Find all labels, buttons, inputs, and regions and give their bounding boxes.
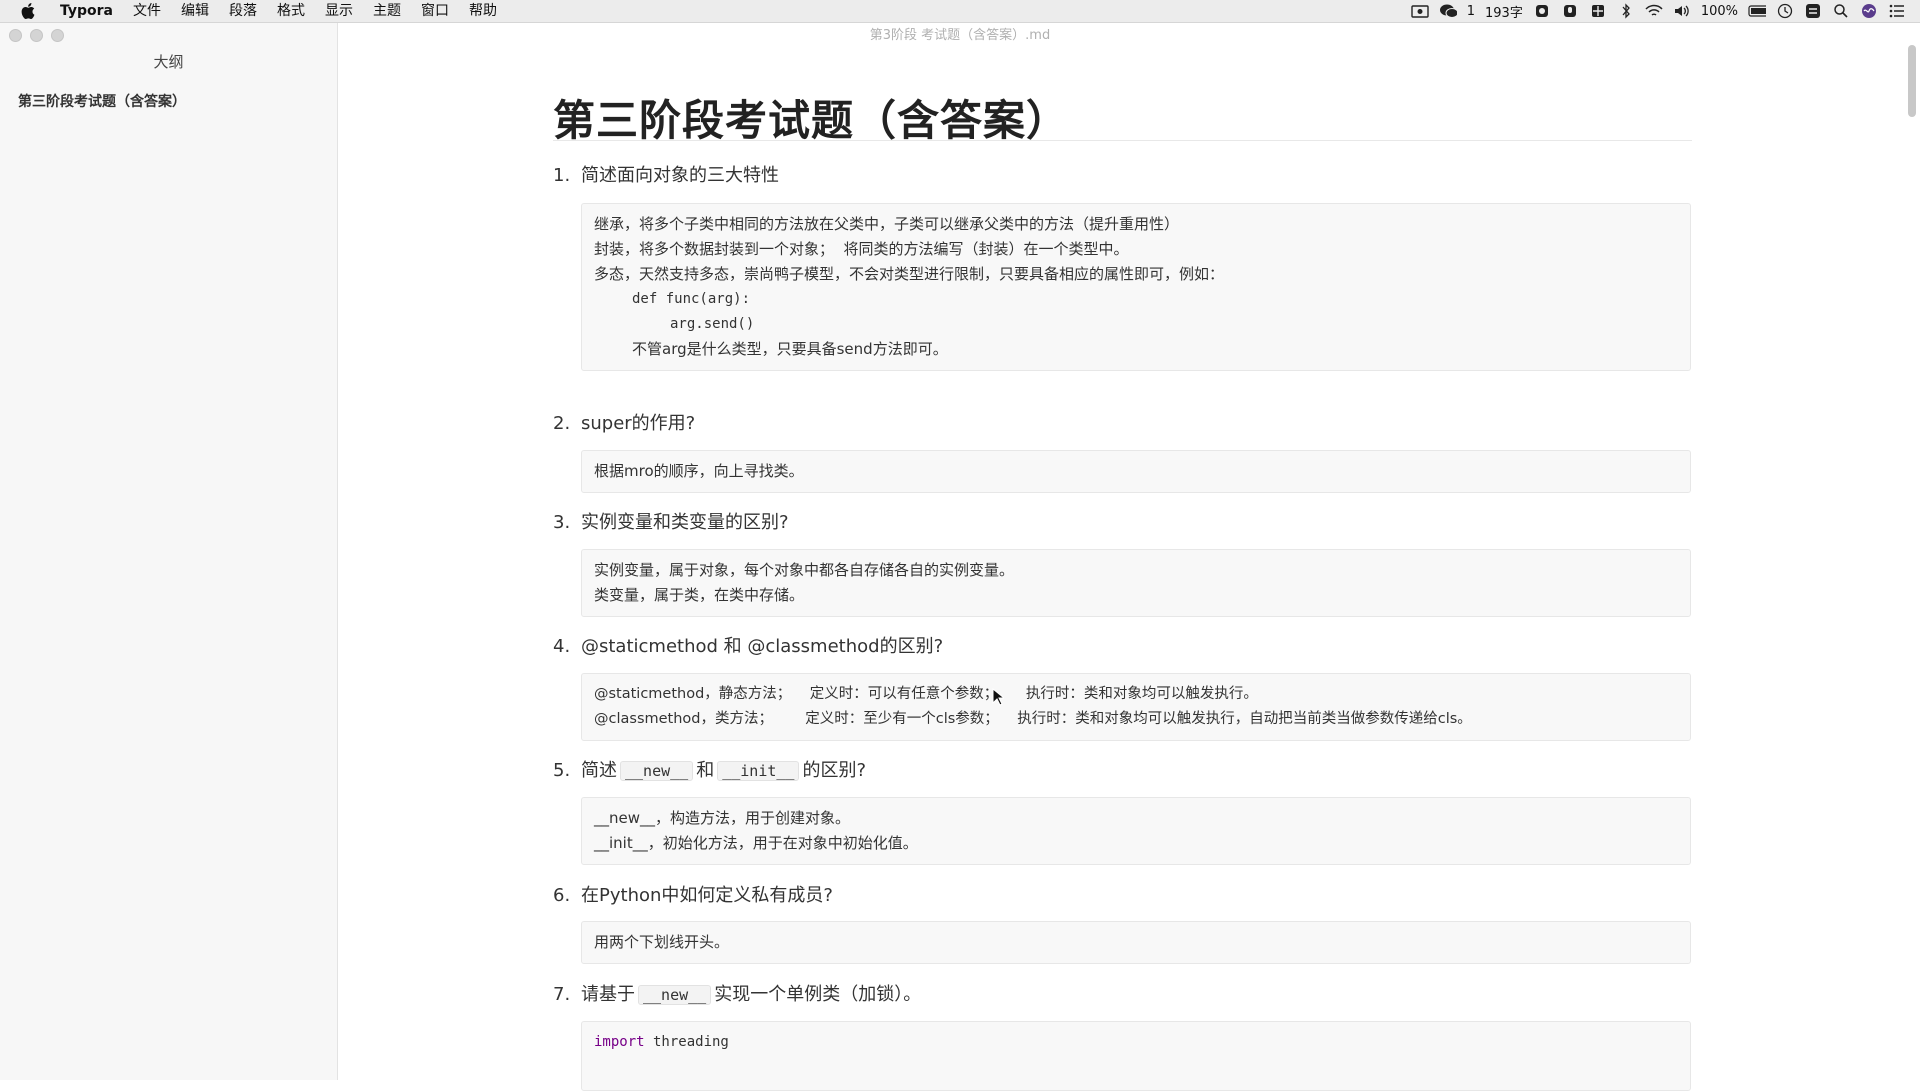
answer-block-1[interactable]: 继承，将多个子类中相同的方法放在父类中，子类可以继承父类中的方法（提升重用性） … <box>581 203 1691 371</box>
menu-edit[interactable]: 编辑 <box>171 0 219 22</box>
answer-line: @classmethod，类方法； 定义时：至少有一个cls参数； 执行时：类和… <box>594 711 1472 727</box>
menu-format[interactable]: 格式 <box>267 0 315 22</box>
answer-block-2[interactable]: 根据mro的顺序，向上寻找类。 <box>581 450 1691 493</box>
answer-block-5[interactable]: __new__，构造方法，用于创建对象。 __init__，初始化方法，用于在对… <box>581 797 1691 865</box>
question-5: 5. 简述 __new__ 和 __init__ 的区别? <box>553 756 866 782</box>
screen-record-icon[interactable] <box>1411 3 1429 19</box>
answer-line: __new__，构造方法，用于创建对象。 <box>594 809 851 827</box>
question-2: 2. super的作用? <box>553 409 695 435</box>
menubar: Typora 文件 编辑 段落 格式 显示 主题 窗口 帮助 1 193字 10… <box>0 0 1920 23</box>
title-divider <box>553 140 1692 141</box>
bluetooth-icon[interactable] <box>1617 3 1635 19</box>
menu-paragraph[interactable]: 段落 <box>219 0 267 22</box>
question-number: 5. <box>553 760 571 781</box>
question-text: @staticmethod 和 @classmethod的区别? <box>581 636 944 657</box>
wifi-icon[interactable] <box>1645 3 1663 19</box>
question-number: 7. <box>553 984 571 1005</box>
question-number: 4. <box>553 636 571 657</box>
mouse-cursor-icon <box>992 687 1006 710</box>
wechat-badge: 1 <box>1466 3 1475 19</box>
answer-line: 多态，天然支持多态，崇尚鸭子模型，不会对类型进行限制，只要具备相应的属性即可，例… <box>594 265 1225 283</box>
question-text: 实例变量和类变量的区别? <box>581 512 789 533</box>
answer-line: 类变量，属于类，在类中存储。 <box>594 586 805 604</box>
document-filename: 第3阶段 考试题（含答案）.md <box>869 28 1051 43</box>
menu-window[interactable]: 窗口 <box>411 0 459 22</box>
grid-icon[interactable] <box>1589 3 1607 19</box>
code-keyword: import <box>594 1034 645 1050</box>
question-1: 1. 简述面向对象的三大特性 <box>553 161 779 187</box>
answer-line: 根据mro的顺序，向上寻找类。 <box>594 462 804 480</box>
answer-code-line: arg.send() <box>670 316 755 332</box>
status-circle-icon[interactable] <box>1533 3 1551 19</box>
search-icon[interactable] <box>1832 3 1850 19</box>
outline-sidebar: 大纲 第三阶段考试题（含答案） <box>0 23 338 1080</box>
page-title: 第三阶段考试题（含答案） <box>553 96 1070 145</box>
outline-header: 大纲 <box>153 53 184 71</box>
question-text-post: 的区别? <box>802 760 867 781</box>
answer-line: 继承，将多个子类中相同的方法放在父类中，子类可以继承父类中的方法（提升重用性） <box>594 215 1180 233</box>
answer-line: __init__，初始化方法，用于在对象中初始化值。 <box>594 834 918 852</box>
question-3: 3. 实例变量和类变量的区别? <box>553 508 789 534</box>
question-number: 1. <box>553 165 571 186</box>
question-text: 简述面向对象的三大特性 <box>581 165 779 186</box>
question-text-pre: 简述 <box>581 760 617 781</box>
question-6: 6. 在Python中如何定义私有成员? <box>553 881 833 907</box>
inline-code: __new__ <box>638 985 712 1005</box>
menu-file[interactable]: 文件 <box>123 0 171 22</box>
question-text-pre: 请基于 <box>581 984 635 1005</box>
answer-line: 用两个下划线开头。 <box>594 933 730 951</box>
question-text: 在Python中如何定义私有成员? <box>581 885 833 906</box>
editor-window: 大纲 第三阶段考试题（含答案） 第3阶段 考试题（含答案）.md 第三阶段考试题… <box>0 23 1920 1091</box>
wechat-icon[interactable] <box>1439 3 1457 19</box>
answer-line: 实例变量，属于对象，每个对象中都各自存储各自的实例变量。 <box>594 561 1015 579</box>
outline-item-title[interactable]: 第三阶段考试题（含答案） <box>18 91 186 111</box>
battery-icon[interactable] <box>1748 3 1766 19</box>
apple-icon[interactable] <box>20 3 36 19</box>
siri-icon[interactable] <box>1860 3 1878 19</box>
answer-code-line: def func(arg): <box>632 291 751 307</box>
answer-line: 不管arg是什么类型，只要具备send方法即可。 <box>632 340 948 358</box>
answer-block-3[interactable]: 实例变量，属于对象，每个对象中都各自存储各自的实例变量。 类变量，属于类，在类中… <box>581 549 1691 617</box>
code-line: import threading <box>594 1030 1678 1055</box>
volume-icon[interactable] <box>1673 3 1691 19</box>
question-text-post: 实现一个单例类（加锁）。 <box>714 984 922 1005</box>
question-number: 3. <box>553 512 571 533</box>
answer-line: 封装，将多个数据封装到一个对象； 将同类的方法编写（封装）在一个类型中。 <box>594 240 1129 258</box>
menu-app-name[interactable]: Typora <box>50 0 123 22</box>
code-block-7[interactable]: import threading <box>581 1021 1691 1091</box>
question-text: super的作用? <box>581 413 696 434</box>
question-7: 7. 请基于 __new__ 实现一个单例类（加锁）。 <box>553 980 921 1006</box>
question-4: 4. @staticmethod 和 @classmethod的区别? <box>553 632 943 658</box>
question-text-mid: 和 <box>696 760 715 781</box>
sync-icon[interactable] <box>1804 3 1822 19</box>
inline-code: __new__ <box>620 761 694 781</box>
word-count[interactable]: 193字 <box>1485 2 1523 21</box>
answer-block-4[interactable]: @staticmethod，静态方法； 定义时：可以有任意个参数； 执行时：类和… <box>581 673 1691 741</box>
menu-theme[interactable]: 主题 <box>363 0 411 22</box>
menu-view[interactable]: 显示 <box>315 0 363 22</box>
question-number: 2. <box>553 413 571 434</box>
clock-icon[interactable] <box>1776 3 1794 19</box>
inline-code: __init__ <box>717 761 800 781</box>
battery-percent: 100% <box>1700 3 1738 19</box>
vertical-scrollbar[interactable] <box>1908 45 1916 117</box>
code-text: threading <box>644 1034 729 1050</box>
notification-list-icon[interactable] <box>1888 3 1906 19</box>
question-number: 6. <box>553 885 571 906</box>
mic-icon[interactable] <box>1561 3 1579 19</box>
answer-line: @staticmethod，静态方法； 定义时：可以有任意个参数； 执行时：类和… <box>594 686 1258 702</box>
menu-help[interactable]: 帮助 <box>459 0 507 22</box>
answer-block-6[interactable]: 用两个下划线开头。 <box>581 921 1691 964</box>
